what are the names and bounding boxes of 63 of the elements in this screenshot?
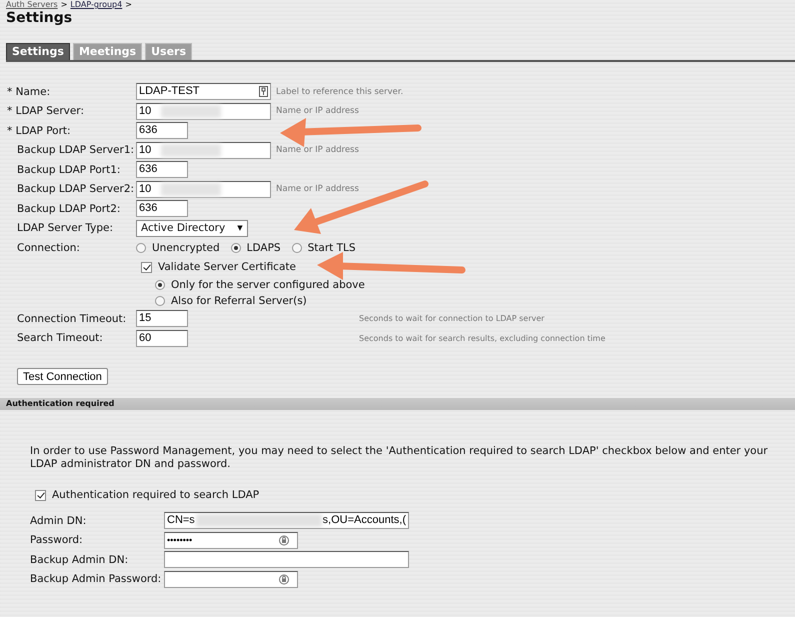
field-hint: Label to reference this server. <box>275 86 404 97</box>
admin-dn-field[interactable]: CN=s s,OU=Accounts,( <box>164 512 409 530</box>
radio-label: Start TLS <box>308 242 356 254</box>
radio-label: Unencrypted <box>152 242 220 254</box>
radio-button[interactable] <box>230 242 241 253</box>
field-label: LDAP Server Type: <box>16 222 114 234</box>
field-label: Backup LDAP Port1: <box>16 164 122 176</box>
field-hint: Seconds to wait for connection to LDAP server <box>358 314 544 324</box>
field-hint: Seconds to wait for search results, excluding connection time <box>358 334 606 343</box>
field-hint: Name or IP address <box>275 145 359 156</box>
field-label: Connection: <box>16 242 81 254</box>
tab[interactable]: Settings <box>6 43 70 60</box>
admin-dn-field[interactable] <box>164 551 409 568</box>
radio-button[interactable] <box>155 280 165 290</box>
field-label: Connection Timeout: <box>16 312 128 325</box>
field-label: Backup LDAP Port2: <box>16 202 122 215</box>
password-field[interactable]: •••••••• <box>164 532 298 549</box>
port-field[interactable]: 636 <box>136 200 188 218</box>
name-field[interactable]: LDAP-TEST <box>136 83 271 100</box>
lock-icon <box>279 574 289 585</box>
radio-button[interactable] <box>155 296 165 306</box>
field-label: Search Timeout: <box>16 332 104 344</box>
field-label: * LDAP Server: <box>7 105 85 118</box>
field-label: Backup Admin DN: <box>30 554 130 566</box>
radio-label: Only for the server configured above <box>171 279 365 291</box>
checkbox[interactable] <box>141 262 152 273</box>
checkbox[interactable] <box>35 490 46 500</box>
field-label: Backup Admin Password: <box>30 573 162 586</box>
breadcrumb-separator: > <box>60 0 68 10</box>
field-label: Admin DN: <box>30 514 88 527</box>
lock-icon <box>279 534 289 546</box>
breadcrumb-link[interactable]: Auth Servers <box>6 0 58 10</box>
section-header: Authentication required <box>0 398 795 410</box>
redaction-blur <box>161 144 222 157</box>
address-field[interactable]: 10 <box>136 180 271 198</box>
page-title: Settings <box>5 10 74 26</box>
field-label: * Name: <box>7 86 52 98</box>
redaction-blur <box>161 104 222 118</box>
timeout-field[interactable]: 15 <box>136 310 188 328</box>
breadcrumb-separator: > <box>125 0 132 10</box>
field-label: Password: <box>30 534 84 546</box>
field-label: Backup LDAP Server2: <box>16 183 136 196</box>
breadcrumb-link[interactable]: LDAP-group4 <box>70 0 122 10</box>
test-connection-button[interactable]: Test Connection <box>17 368 108 385</box>
field-hint: Name or IP address <box>275 106 359 116</box>
intro-paragraph: In order to use Password Management, you may need to select the 'Authentication required to search LDAP' checkbox below and enter your LDAP administrator DN and password. <box>30 445 769 471</box>
key-icon <box>259 86 268 98</box>
redaction-blur <box>161 182 222 196</box>
checkbox-label: Validate Server Certificate <box>158 261 296 274</box>
password-field[interactable] <box>164 570 298 588</box>
port-field[interactable]: 636 <box>136 161 188 178</box>
port-field[interactable]: 636 <box>136 122 188 140</box>
timeout-field[interactable]: 60 <box>136 330 188 347</box>
field-label: * LDAP Port: <box>7 124 72 137</box>
radio-label: Also for Referral Server(s) <box>171 295 307 307</box>
radio-label: LDAPS <box>246 242 281 254</box>
radio-button[interactable] <box>292 242 302 253</box>
address-field[interactable]: 10 <box>136 102 271 120</box>
radio-button[interactable] <box>136 242 146 253</box>
field-label: Backup LDAP Server1: <box>16 144 136 156</box>
checkbox-label: Authentication required to search LDAP <box>52 489 260 501</box>
field-hint: Name or IP address <box>275 184 359 194</box>
address-field[interactable]: 10 <box>136 142 271 159</box>
